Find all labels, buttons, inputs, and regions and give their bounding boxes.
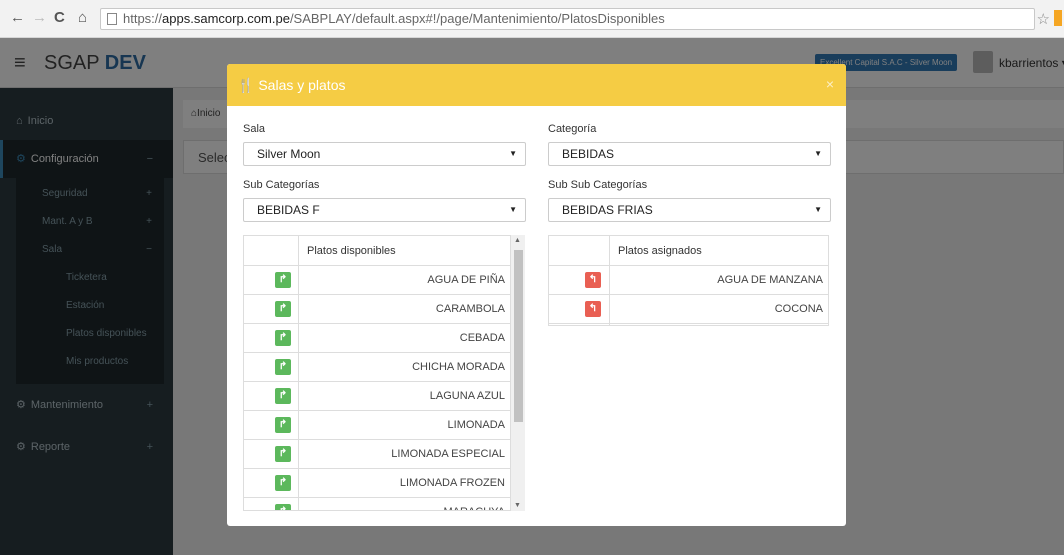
- sala-select[interactable]: Silver Moon ▼: [243, 142, 526, 166]
- categoria-label: Categoría: [548, 123, 597, 135]
- table-scrollbar[interactable]: ▲ ▼: [511, 235, 525, 511]
- scroll-down-icon[interactable]: ▼: [514, 502, 521, 509]
- column-header: Platos disponibles: [307, 245, 396, 257]
- scroll-thumb[interactable]: [514, 250, 523, 422]
- chevron-down-icon: ▼: [509, 149, 517, 158]
- table-row: ↱ CHICHA MORADA: [244, 353, 510, 382]
- subcategoria-select[interactable]: BEBIDAS F ▼: [243, 198, 526, 222]
- table-row: ↱ CARAMBOLA: [244, 295, 510, 324]
- plato-name: LIMONADA FROZEN: [399, 477, 505, 489]
- sala-label: Sala: [243, 123, 266, 135]
- plato-name: LIMONADA ESPECIAL: [391, 448, 505, 460]
- extension-icon[interactable]: [1054, 10, 1062, 26]
- chevron-down-icon: ▼: [814, 205, 822, 214]
- plato-name: MARACUYA: [300, 498, 505, 510]
- url-scheme: https://: [123, 11, 163, 26]
- plato-name: CEBADA: [459, 332, 505, 344]
- plato-name: COCONA: [774, 303, 823, 315]
- table-row: ↱ LIMONADA FROZEN: [244, 469, 510, 498]
- plato-name: CARAMBOLA: [435, 303, 505, 315]
- scroll-up-icon[interactable]: ▲: [514, 237, 521, 244]
- column-header: Platos asignados: [618, 245, 702, 257]
- subsubcategoria-label: Sub Sub Categorías: [548, 179, 648, 191]
- assign-arrow-icon[interactable]: ↱: [275, 417, 291, 433]
- table-row: ↰ AGUA DE MANZANA: [549, 266, 828, 295]
- unassign-arrow-icon[interactable]: ↰: [585, 301, 601, 317]
- url-path: /SABPLAY/default.aspx#!/page/Mantenimien…: [289, 11, 665, 26]
- table-row: ↱ LIMONADA ESPECIAL: [244, 440, 510, 469]
- platos-disponibles-table: Platos disponibles ↱ AGUA DE PIÑA ↱ CARAMBO…: [243, 235, 511, 511]
- categoria-select-value: BEBIDAS: [562, 147, 615, 161]
- modal-header: 🍴 Salas y platos ×: [227, 64, 846, 106]
- table-row: ↱ CEBADA: [244, 324, 510, 353]
- close-icon[interactable]: ×: [826, 76, 834, 92]
- platos-asignados-table: Platos asignados ↰ AGUA DE MANZANA ↰ COCONA: [548, 235, 829, 326]
- assign-arrow-icon[interactable]: ↱: [275, 272, 291, 288]
- assign-arrow-icon[interactable]: ↱: [275, 446, 291, 462]
- table-row: ↰ COCONA: [549, 295, 828, 324]
- utensils-icon: 🍴: [237, 77, 255, 93]
- plato-name: AGUA DE PIÑA: [427, 274, 505, 286]
- subcategoria-select-value: BEBIDAS F: [257, 203, 320, 217]
- plato-name: CHICHA MORADA: [412, 361, 505, 373]
- browser-toolbar: ← → C ⌂ https://apps.samcorp.com.pe/SABP…: [0, 0, 1064, 38]
- table-row: ↱ AGUA DE PIÑA: [244, 266, 510, 295]
- bookmark-star-icon[interactable]: ☆: [1037, 10, 1050, 28]
- chevron-down-icon: ▼: [814, 149, 822, 158]
- plato-name: LIMONADA: [447, 419, 505, 431]
- assign-arrow-icon[interactable]: ↱: [275, 504, 291, 510]
- table-row: ↱ LIMONADA: [244, 411, 510, 440]
- subsubcategoria-select[interactable]: BEBIDAS FRIAS ▼: [548, 198, 831, 222]
- assign-arrow-icon[interactable]: ↱: [275, 388, 291, 404]
- sala-select-value: Silver Moon: [257, 147, 321, 161]
- table-header: Platos asignados: [549, 236, 828, 266]
- table-header: Platos disponibles: [244, 236, 510, 266]
- plato-name: AGUA DE MANZANA: [717, 274, 823, 286]
- modal-title-text: Salas y platos: [258, 77, 346, 93]
- salas-platos-modal: 🍴 Salas y platos × Sala Silver Moon ▼ Ca…: [227, 64, 846, 526]
- url-host: apps.samcorp.com.pe: [162, 11, 290, 26]
- assign-arrow-icon[interactable]: ↱: [275, 330, 291, 346]
- reload-icon[interactable]: C: [54, 10, 65, 26]
- home-icon[interactable]: ⌂: [78, 10, 87, 26]
- subsubcategoria-select-value: BEBIDAS FRIAS: [562, 203, 653, 217]
- page-icon: [107, 13, 117, 25]
- back-icon[interactable]: ←: [10, 10, 25, 26]
- assign-arrow-icon[interactable]: ↱: [275, 359, 291, 375]
- plato-name: LAGUNA AZUL: [429, 390, 505, 402]
- table-row: ↱ MARACUYA: [244, 498, 510, 510]
- forward-icon[interactable]: →: [32, 10, 47, 26]
- categoria-select[interactable]: BEBIDAS ▼: [548, 142, 831, 166]
- unassign-arrow-icon[interactable]: ↰: [585, 272, 601, 288]
- modal-title: 🍴 Salas y platos: [237, 77, 346, 94]
- table-row: ↱ LAGUNA AZUL: [244, 382, 510, 411]
- chevron-down-icon: ▼: [509, 205, 517, 214]
- address-bar[interactable]: https://apps.samcorp.com.pe/SABPLAY/defa…: [100, 8, 1035, 30]
- subcategoria-label: Sub Categorías: [243, 179, 320, 191]
- assign-arrow-icon[interactable]: ↱: [275, 475, 291, 491]
- assign-arrow-icon[interactable]: ↱: [275, 301, 291, 317]
